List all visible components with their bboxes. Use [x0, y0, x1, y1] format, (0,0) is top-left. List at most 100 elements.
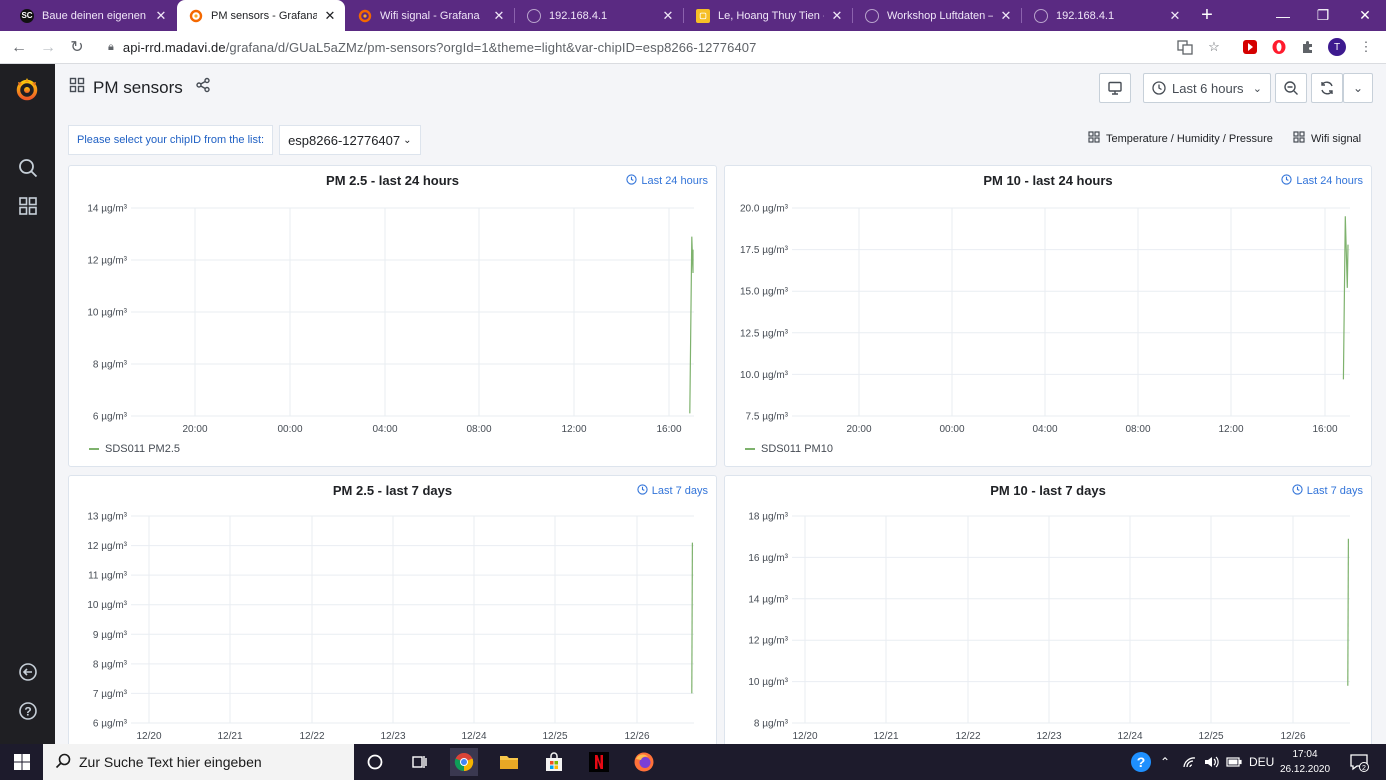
chipid-variable-label: Please select your chipID from the list:	[68, 125, 274, 155]
x-tick-label: 00:00	[939, 424, 964, 435]
y-tick-label: 12.5 µg/m³	[740, 328, 789, 339]
y-tick-label: 8 µg/m³	[93, 360, 128, 371]
system-clock[interactable]: 17:04 26.12.2020	[1280, 747, 1330, 777]
volume-icon[interactable]	[1204, 744, 1220, 780]
chrome-taskbar-icon[interactable]	[450, 748, 478, 776]
panel-title[interactable]: PM 2.5 - last 24 hours	[69, 173, 716, 188]
microsoft-store-icon[interactable]	[540, 748, 568, 776]
opera-extension-icon[interactable]	[1270, 38, 1288, 56]
dashboard-title[interactable]: PM sensors	[69, 77, 211, 98]
task-view-icon[interactable]	[405, 748, 433, 776]
close-tab-icon[interactable]: ✕	[492, 8, 506, 24]
time-override-info: Last 7 days	[637, 484, 708, 498]
variable-row: Please select your chipID from the list:…	[68, 125, 421, 155]
file-explorer-icon[interactable]	[495, 748, 523, 776]
tv-mode-button[interactable]	[1099, 73, 1131, 103]
y-tick-label: 20.0 µg/m³	[740, 204, 789, 215]
share-icon[interactable]	[195, 77, 211, 98]
y-tick-label: 11 µg/m³	[88, 571, 128, 582]
wifi-icon[interactable]	[1183, 744, 1199, 780]
close-tab-icon[interactable]: ✕	[154, 8, 168, 24]
panel-title[interactable]: PM 10 - last 24 hours	[725, 173, 1371, 188]
close-tab-icon[interactable]: ✕	[830, 8, 844, 24]
dashboard-link-temperature[interactable]: Temperature / Humidity / Pressure	[1088, 131, 1273, 146]
chart-pm25-7d[interactable]: 6 µg/m³ 7 µg/m³ 8 µg/m³ 9 µg/m³ 10 µg/m³ 11 µ…	[69, 500, 716, 744]
puzzle-extensions-icon[interactable]	[1299, 38, 1317, 56]
close-tab-icon[interactable]: ✕	[999, 8, 1013, 24]
x-tick-label: 20:00	[182, 424, 207, 435]
browser-tab[interactable]: ▢ Le, Hoang Thuy Tien - ✕	[684, 0, 852, 31]
time-picker-button[interactable]: Last 6 hours ⌄	[1143, 73, 1271, 103]
browser-tab[interactable]: Wifi signal - Grafana ✕	[346, 0, 514, 31]
firefox-icon[interactable]	[630, 748, 658, 776]
chart-pm10-7d[interactable]: 8 µg/m³ 10 µg/m³ 12 µg/m³ 14 µg/m³ 16 µg/m³ 1…	[725, 500, 1371, 744]
y-tick-label: 10 µg/m³	[87, 308, 127, 319]
notification-center-icon[interactable]: 2	[1345, 748, 1373, 776]
netflix-icon[interactable]	[585, 748, 613, 776]
google-slides-icon: ▢	[696, 8, 710, 23]
dashboard-grid-icon	[1293, 131, 1305, 146]
chart-pm10-24h[interactable]: 7.5 µg/m³ 10.0 µg/m³ 12.5 µg/m³ 15.0 µg/m³ 1…	[725, 190, 1371, 460]
monitor-icon	[1108, 81, 1122, 95]
windows-taskbar: Zur Suche Text hier eingeben ? ⌃ DEU 17:…	[0, 744, 1386, 780]
x-tick-label: 20:00	[846, 424, 871, 435]
back-arrow-icon[interactable]: ←	[8, 37, 30, 59]
star-bookmark-icon[interactable]: ☆	[1205, 38, 1223, 56]
chipid-variable-select[interactable]: esp8266-12776407 ⌄	[279, 125, 421, 155]
battery-icon[interactable]	[1226, 744, 1242, 780]
x-tick-label: 12:00	[561, 424, 586, 435]
help-tray-icon[interactable]: ?	[1127, 748, 1155, 776]
browser-tab-active[interactable]: PM sensors - Grafana ✕	[177, 0, 345, 31]
translate-icon[interactable]	[1176, 38, 1194, 56]
clock-date: 26.12.2020	[1280, 764, 1331, 775]
legend-item[interactable]: SDS011 PM2.5	[89, 443, 180, 455]
panel-pm25-24h: PM 2.5 - last 24 hours Last 24 hours 6 µ…	[68, 165, 717, 467]
close-tab-icon[interactable]: ✕	[661, 8, 675, 24]
browser-tab[interactable]: 192.168.4.1 ✕	[1022, 0, 1190, 31]
chevron-up-icon[interactable]: ⌃	[1160, 744, 1170, 780]
close-tab-icon[interactable]: ✕	[323, 8, 337, 24]
clock-icon	[1281, 174, 1292, 188]
panel-title[interactable]: PM 10 - last 7 days	[725, 483, 1371, 498]
zoom-out-icon	[1284, 81, 1298, 95]
browser-tab-strip: SC Baue deinen eigenen F ✕ PM sensors - …	[0, 0, 1386, 31]
input-language-indicator[interactable]: DEU	[1249, 744, 1274, 780]
legend-item[interactable]: SDS011 PM10	[745, 443, 833, 455]
more-menu-icon[interactable]: ⋮	[1357, 38, 1375, 56]
forward-arrow-icon[interactable]: →	[37, 37, 59, 59]
maximize-icon[interactable]: ❐	[1300, 0, 1346, 31]
y-tick-label: 8 µg/m³	[93, 659, 128, 670]
search-icon[interactable]	[16, 156, 40, 180]
cortana-icon[interactable]	[361, 748, 389, 776]
url-domain: api-rrd.madavi.de	[122, 40, 226, 55]
dashboard-title-text: PM sensors	[93, 77, 183, 97]
extension-red-icon[interactable]	[1241, 38, 1259, 56]
grafana-side-menu: ?	[0, 64, 55, 744]
help-icon[interactable]: ?	[16, 699, 40, 723]
sensor-community-favicon-icon: SC	[20, 8, 34, 23]
panel-title[interactable]: PM 2.5 - last 7 days	[69, 483, 716, 498]
x-tick-label: 12/20	[136, 731, 161, 742]
grafana-logo-icon[interactable]	[14, 76, 40, 102]
refresh-interval-dropdown[interactable]: ⌄	[1343, 73, 1373, 103]
taskbar-search-box[interactable]: Zur Suche Text hier eingeben	[43, 744, 354, 780]
close-window-icon[interactable]: ✕	[1342, 0, 1386, 31]
browser-tab[interactable]: Workshop Luftdaten – ✕	[853, 0, 1021, 31]
browser-tab[interactable]: SC Baue deinen eigenen F ✕	[8, 0, 176, 31]
svg-text:2: 2	[1362, 765, 1366, 772]
dashboards-grid-icon[interactable]	[16, 194, 40, 218]
y-tick-label: 14 µg/m³	[87, 204, 127, 215]
y-tick-label: 12 µg/m³	[87, 256, 127, 267]
refresh-button[interactable]	[1311, 73, 1343, 103]
dashboard-link-wifi[interactable]: Wifi signal	[1293, 131, 1361, 146]
browser-tab[interactable]: 192.168.4.1 ✕	[515, 0, 683, 31]
profile-avatar[interactable]: T	[1328, 38, 1346, 56]
sign-in-icon[interactable]	[16, 660, 40, 684]
reload-icon[interactable]: ↻	[66, 37, 88, 59]
windows-start-icon[interactable]	[8, 748, 36, 776]
url-field[interactable]: 🔒︎ api-rrd.madavi.de/grafana/d/GUaL5aZMz…	[100, 34, 1230, 61]
zoom-out-button[interactable]	[1275, 73, 1307, 103]
chart-pm25-24h[interactable]: 6 µg/m³ 8 µg/m³ 10 µg/m³ 12 µg/m³ 14 µg/m³ 20…	[69, 190, 716, 460]
new-tab-icon[interactable]: +	[1196, 4, 1218, 26]
close-tab-icon[interactable]: ✕	[1168, 8, 1182, 24]
